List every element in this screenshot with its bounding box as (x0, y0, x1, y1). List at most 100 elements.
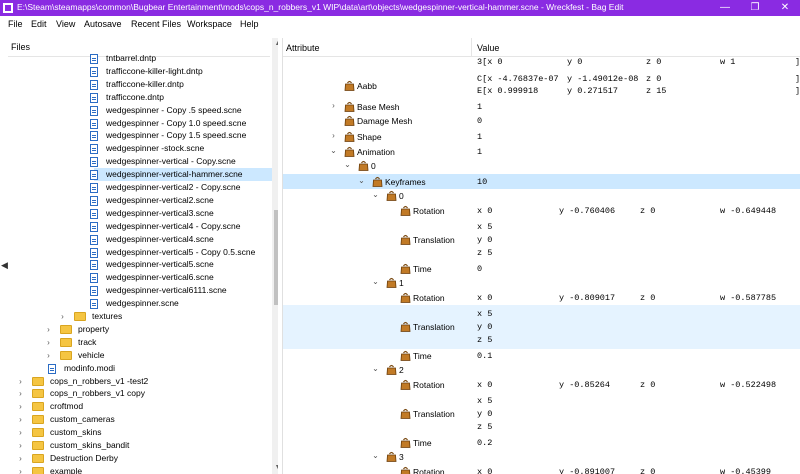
minimize-button[interactable]: — (710, 0, 740, 16)
expand-chevron-icon[interactable]: ⌄ (329, 146, 338, 155)
maximize-button[interactable]: ❐ (740, 0, 770, 16)
menu-workspace[interactable]: Workspace (187, 19, 232, 29)
file-item[interactable]: wedgespinner-vertical6.scne (90, 271, 274, 284)
file-item[interactable]: tntbarrel.dntp (90, 52, 274, 65)
attribute-row[interactable]: ⌄ 0 (283, 189, 800, 203)
scrollbar-thumb[interactable] (274, 210, 278, 305)
file-item[interactable]: wedgespinner-vertical - Copy.scne (90, 155, 274, 168)
folder-item[interactable]: › track (47, 336, 246, 349)
value-column-header[interactable]: Value (477, 43, 499, 53)
file-item[interactable]: wedgespinner -stock.scne (90, 142, 274, 155)
file-item[interactable]: wedgespinner-vertical2.scne (90, 194, 274, 207)
tree-item-label: custom_skins (50, 427, 102, 438)
attribute-row[interactable]: ⌄ 0 (283, 159, 800, 173)
attribute-row[interactable]: ⌄ 2 (283, 363, 800, 377)
folder-item[interactable]: › example (19, 465, 218, 474)
attribute-row[interactable]: Rotation x 0 y -0.760406 z 0 w -0.649448 (283, 204, 800, 218)
attribute-row[interactable]: Rotation x 0 y -0.85264 z 0 w -0.522498 (283, 378, 800, 392)
menu-file[interactable]: File (8, 19, 23, 29)
attribute-row[interactable]: Translation x 5 y 0 z 5 (283, 392, 800, 436)
attribute-row[interactable]: › Shape 1 (283, 130, 800, 144)
attribute-column-header[interactable]: Attribute (286, 43, 320, 53)
menu-edit[interactable]: Edit (31, 19, 47, 29)
folder-item[interactable]: › cops_n_robbers_v1 -test2 (19, 375, 218, 388)
folder-item[interactable]: › property (47, 323, 246, 336)
folder-item[interactable]: › Destruction Derby (19, 452, 218, 465)
expand-chevron-icon[interactable]: ⌄ (371, 451, 380, 460)
collapse-left-arrow-icon[interactable]: ◀ (1, 260, 8, 271)
menu-recent-files[interactable]: Recent Files (131, 19, 181, 29)
folder-item[interactable]: › textures (61, 310, 260, 323)
file-item[interactable]: wedgespinner-vertical2 - Copy.scne (90, 181, 274, 194)
file-item[interactable]: wedgespinner-vertical3.scne (90, 207, 274, 220)
expand-chevron-icon[interactable]: ⌄ (343, 160, 352, 169)
attribute-row[interactable]: Aabb C[x -4.76837e-07 y -1.49012e-08 z 0] E[… (283, 73, 800, 99)
expand-chevron-icon[interactable]: › (16, 400, 25, 413)
file-item[interactable]: wedgespinner-vertical6111.scne (90, 284, 274, 297)
expand-chevron-icon[interactable]: › (16, 387, 25, 400)
expand-chevron-icon[interactable]: › (16, 439, 25, 452)
attribute-row[interactable]: Time 0 (283, 262, 800, 276)
expand-chevron-icon[interactable]: › (16, 375, 25, 388)
file-item[interactable]: wedgespinner-vertical4.scne (90, 233, 274, 246)
file-item[interactable]: wedgespinner - Copy 1.5 speed.scne (90, 129, 274, 142)
expand-chevron-icon[interactable]: › (58, 310, 67, 323)
file-item[interactable]: wedgespinner - Copy .5 speed.scne (90, 104, 274, 117)
column-divider[interactable] (471, 38, 472, 56)
attribute-row[interactable]: ⌄ Keyframes 10 (283, 174, 800, 189)
scroll-up-icon[interactable]: ▲ (272, 38, 278, 50)
attribute-row[interactable]: Translation x 5 y 0 z 5 (283, 305, 800, 349)
menu-autosave[interactable]: Autosave (84, 19, 122, 29)
file-item[interactable]: trafficcone-killer-light.dntp (90, 65, 274, 78)
attribute-row[interactable]: › Base Mesh 1 (283, 100, 800, 114)
tree-item-label: wedgespinner - Copy 1.0 speed.scne (106, 117, 247, 128)
menu-help[interactable]: Help (240, 19, 259, 29)
attribute-row[interactable]: Time 0.1 (283, 349, 800, 363)
scroll-down-icon[interactable]: ▼ (272, 462, 278, 474)
expand-chevron-icon[interactable]: › (16, 413, 25, 426)
folder-icon (32, 402, 44, 412)
folder-item[interactable]: › cops_n_robbers_v1 copy (19, 387, 218, 400)
files-scrollbar[interactable]: ▲ ▼ (272, 38, 278, 474)
expand-chevron-icon[interactable]: ⌄ (371, 277, 380, 286)
bag-icon (358, 160, 369, 171)
file-icon (90, 183, 98, 193)
attribute-row[interactable]: Translation x 5 y 0 z 5 (283, 218, 800, 262)
folder-item[interactable]: › custom_skins (19, 426, 218, 439)
expand-chevron-icon[interactable]: › (44, 323, 53, 336)
attribute-row[interactable]: Time 0.2 (283, 436, 800, 450)
folder-item[interactable]: › custom_skins_bandit (19, 439, 218, 452)
expand-chevron-icon[interactable]: ⌄ (371, 190, 380, 199)
expand-chevron-icon[interactable]: › (16, 426, 25, 439)
file-item[interactable]: trafficcone.dntp (90, 91, 274, 104)
file-item[interactable]: wedgespinner-vertical-hammer.scne (90, 168, 274, 182)
attribute-row[interactable]: ⌄ Animation 1 (283, 145, 800, 159)
file-item[interactable]: wedgespinner.scne (90, 297, 274, 310)
expand-chevron-icon[interactable]: ⌄ (371, 364, 380, 373)
attribute-row[interactable]: Rotation x 0 y -0.809017 z 0 w -0.587785 (283, 291, 800, 305)
file-item[interactable]: modinfo.modi (48, 362, 232, 375)
expand-chevron-icon[interactable]: ⌄ (357, 176, 366, 185)
folder-item[interactable]: › croftmod (19, 400, 218, 413)
expand-chevron-icon[interactable]: › (44, 336, 53, 349)
expand-chevron-icon[interactable]: › (16, 452, 25, 465)
expand-chevron-icon[interactable]: › (329, 101, 338, 110)
attribute-row[interactable]: ⌄ 3 (283, 450, 800, 464)
expand-chevron-icon[interactable]: › (16, 465, 25, 474)
file-item[interactable]: trafficcone-killer.dntp (90, 78, 274, 91)
folder-item[interactable]: › custom_cameras (19, 413, 218, 426)
expand-chevron-icon[interactable]: › (44, 349, 53, 362)
folder-item[interactable]: › vehicle (47, 349, 246, 362)
file-item[interactable]: wedgespinner-vertical5.scne (90, 258, 274, 271)
attribute-row[interactable]: Damage Mesh 0 (283, 114, 800, 128)
attribute-row[interactable]: Rotation x 0 y -0.891007 z 0 w -0.45399 (283, 465, 800, 474)
menu-view[interactable]: View (56, 19, 75, 29)
file-icon (90, 299, 98, 310)
file-item[interactable]: wedgespinner-vertical4 - Copy.scne (90, 220, 274, 233)
file-item[interactable]: wedgespinner-vertical5 - Copy 0.5.scne (90, 246, 274, 259)
close-button[interactable]: ✕ (770, 0, 800, 16)
attribute-row[interactable]: ⌄ 1 (283, 276, 800, 290)
file-item[interactable]: wedgespinner - Copy 1.0 speed.scne (90, 117, 274, 130)
attribute-value: 10 (477, 176, 488, 187)
expand-chevron-icon[interactable]: › (329, 131, 338, 140)
